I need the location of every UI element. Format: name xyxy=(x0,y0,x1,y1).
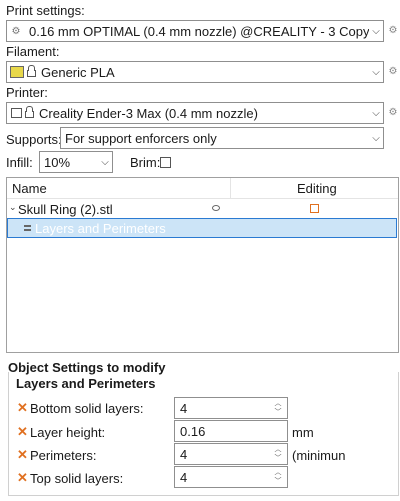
chevron-down-icon: ⌵ xyxy=(372,66,380,78)
infill-combo[interactable]: 10% ⌵ xyxy=(39,151,113,173)
remove-setting-icon[interactable]: ✕ xyxy=(17,447,28,463)
setting-label: Bottom solid layers: xyxy=(30,401,144,416)
list-item[interactable]: ⌄ Skull Ring (2).stl xyxy=(7,200,398,219)
lock-icon xyxy=(25,105,34,118)
chevron-down-icon: ⌵ xyxy=(372,107,380,119)
print-settings-combo[interactable]: ⚙ 0.16 mm OPTIMAL (0.4 mm nozzle) @CREAL… xyxy=(6,20,384,42)
filament-combo[interactable]: Generic PLA ⌵ xyxy=(6,61,384,83)
chevron-down-icon: ⌵ xyxy=(372,132,380,144)
infill-value: 10% xyxy=(44,154,71,170)
layer-height-input[interactable]: 0.16 xyxy=(174,420,288,442)
printer-label: Printer: xyxy=(6,85,48,100)
supports-combo[interactable]: For support enforcers only ⌵ xyxy=(60,127,384,149)
chevron-down-icon[interactable]: ⌄ xyxy=(9,202,17,213)
edit-printer-gear-icon[interactable]: ⚙ xyxy=(388,108,398,118)
spin-down-icon[interactable]: ﹀ xyxy=(271,409,285,417)
edit-filament-gear-icon[interactable]: ⚙ xyxy=(388,67,398,77)
settings-gear-icon: ⚙ xyxy=(11,25,21,37)
remove-setting-icon[interactable]: ✕ xyxy=(17,400,28,416)
unit-label: (minimun xyxy=(292,448,346,463)
unit-label: mm xyxy=(292,425,314,440)
filament-color-swatch-icon xyxy=(10,66,24,78)
object-name: Skull Ring (2).stl xyxy=(18,202,113,217)
eye-icon[interactable] xyxy=(212,205,220,211)
object-list-header: Name Editing xyxy=(7,178,398,199)
perimeters-spin[interactable]: 4 ︿ ﹀ xyxy=(174,443,288,465)
setting-label: Top solid layers: xyxy=(30,471,124,486)
printer-icon xyxy=(11,108,22,118)
infill-label: Infill: xyxy=(6,155,33,170)
lock-icon xyxy=(27,64,36,77)
setting-label: Layer height: xyxy=(30,425,106,440)
edit-icon[interactable] xyxy=(310,204,319,213)
brim-label: Brim: xyxy=(130,155,161,170)
spin-down-icon[interactable]: ﹀ xyxy=(271,478,285,486)
spin-up-icon[interactable]: ︿ xyxy=(271,400,285,408)
edit-print-settings-gear-icon[interactable]: ⚙ xyxy=(388,26,398,36)
setting-label: Perimeters: xyxy=(30,448,97,463)
object-list-panel: Name Editing ⌄ Skull Ring (2).stl Layers… xyxy=(6,177,399,353)
spin-up-icon[interactable]: ︿ xyxy=(271,469,285,477)
bottom-solid-layers-spin[interactable]: 4 ︿ ﹀ xyxy=(174,397,288,419)
printer-combo[interactable]: Creality Ender-3 Max (0.4 mm nozzle) ⌵ xyxy=(6,102,384,124)
settings-item-name: Layers and Perimeters xyxy=(35,221,166,236)
filament-label: Filament: xyxy=(6,44,60,59)
editing-column-header[interactable]: Editing xyxy=(297,181,337,196)
printer-value: Creality Ender-3 Max (0.4 mm nozzle) xyxy=(39,105,258,121)
supports-value: For support enforcers only xyxy=(65,130,217,146)
print-settings-label: Print settings: xyxy=(6,3,85,18)
brim-checkbox[interactable] xyxy=(160,157,171,168)
name-column-header[interactable]: Name xyxy=(12,181,47,196)
layers-icon xyxy=(24,225,31,231)
remove-setting-icon[interactable]: ✕ xyxy=(17,424,28,440)
chevron-down-icon: ⌵ xyxy=(101,156,109,168)
spin-down-icon[interactable]: ﹀ xyxy=(271,455,285,463)
remove-setting-icon[interactable]: ✕ xyxy=(17,470,28,486)
print-settings-value: 0.16 mm OPTIMAL (0.4 mm nozzle) @CREALIT… xyxy=(29,23,369,39)
filament-value: Generic PLA xyxy=(41,64,115,80)
column-divider xyxy=(230,178,231,198)
chevron-down-icon: ⌵ xyxy=(372,25,380,37)
list-item-selected[interactable]: Layers and Perimeters xyxy=(7,218,397,238)
top-solid-layers-spin[interactable]: 4 ︿ ﹀ xyxy=(174,466,288,488)
spin-up-icon[interactable]: ︿ xyxy=(271,446,285,454)
supports-label: Supports: xyxy=(6,132,62,147)
